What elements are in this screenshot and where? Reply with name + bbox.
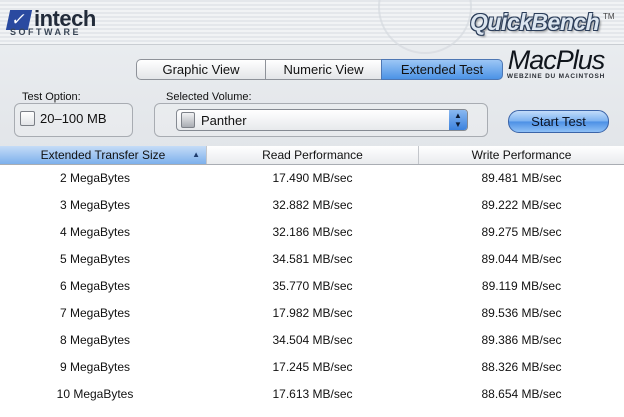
range-checkbox-label[interactable]: 20–100 MB [40,111,107,126]
read-performance-cell: 32.186 MB/sec [272,225,353,239]
read-performance-cell: 17.982 MB/sec [272,306,353,320]
table-row[interactable]: 10 MegaBytes 17.613 MB/sec 88.654 MB/sec [0,381,624,408]
range-checkbox[interactable] [20,111,35,126]
volume-select[interactable]: Panther ▲ ▼ [176,109,468,131]
column-header-write[interactable]: Write Performance [419,146,624,164]
table-header: Extended Transfer Size ▲ Read Performanc… [0,146,624,165]
macplus-subtitle: WEBZINE DU MACINTOSH [506,73,606,80]
write-performance-cell: 89.119 MB/sec [481,279,562,293]
table-row[interactable]: 6 MegaBytes 35.770 MB/sec 89.119 MB/sec [0,273,624,300]
hard-disk-icon [181,112,195,128]
transfer-size-cell: 7 MegaBytes [59,306,131,320]
table-row[interactable]: 5 MegaBytes 34.581 MB/sec 89.044 MB/sec [0,246,624,273]
trademark: TM [603,12,615,21]
read-performance-cell: 32.882 MB/sec [272,198,353,212]
transfer-size-cell: 9 MegaBytes [59,360,131,374]
write-performance-cell: 89.481 MB/sec [481,171,562,185]
column-header-transfer-size[interactable]: Extended Transfer Size ▲ [0,146,207,164]
write-performance-cell: 88.326 MB/sec [481,360,562,374]
toolbar-header: ✓ intech SOFTWARE QuickBench TM Graphic … [0,0,624,151]
test-option-row: 20–100 MB [20,111,107,126]
transfer-size-cell: 6 MegaBytes [59,279,131,293]
tab-graphic-view[interactable]: Graphic View [136,59,266,80]
test-option-label: Test Option: [22,91,81,103]
table-row[interactable]: 3 MegaBytes 32.882 MB/sec 89.222 MB/sec [0,192,624,219]
stopwatch-graphic [378,0,472,54]
updown-arrows-icon[interactable]: ▲ ▼ [449,110,467,130]
table-row[interactable]: 8 MegaBytes 34.504 MB/sec 89.386 MB/sec [0,327,624,354]
write-performance-cell: 88.654 MB/sec [481,387,562,401]
table-row[interactable]: 9 MegaBytes 17.245 MB/sec 88.326 MB/sec [0,354,624,381]
read-performance-cell: 17.490 MB/sec [272,171,353,185]
transfer-size-cell: 10 MegaBytes [56,387,134,401]
write-performance-cell: 89.222 MB/sec [481,198,562,212]
macplus-logo: MacPlus WEBZINE DU MACINTOSH [496,46,616,80]
read-performance-cell: 34.581 MB/sec [272,252,353,266]
write-performance-cell: 89.275 MB/sec [481,225,562,239]
tab-numeric-view[interactable]: Numeric View [265,59,382,80]
sort-ascending-icon: ▲ [192,150,200,159]
transfer-size-cell: 3 MegaBytes [59,198,131,212]
app-title: QuickBench [470,9,600,35]
column-header-read[interactable]: Read Performance [207,146,419,164]
transfer-size-cell: 5 MegaBytes [59,252,131,266]
macplus-title: MacPlus [507,45,606,75]
write-performance-cell: 89.386 MB/sec [481,333,562,347]
table-row[interactable]: 4 MegaBytes 32.186 MB/sec 89.275 MB/sec [0,219,624,246]
logo-subtitle: SOFTWARE [10,27,81,37]
write-performance-cell: 89.536 MB/sec [481,306,562,320]
start-test-button[interactable]: Start Test [508,110,609,133]
column-header-label: Extended Transfer Size [40,148,166,162]
read-performance-cell: 35.770 MB/sec [272,279,353,293]
transfer-size-cell: 4 MegaBytes [59,225,131,239]
transfer-size-cell: 8 MegaBytes [59,333,131,347]
transfer-size-cell: 2 MegaBytes [59,171,131,185]
table-row[interactable]: 7 MegaBytes 17.982 MB/sec 89.536 MB/sec [0,300,624,327]
write-performance-cell: 89.044 MB/sec [481,252,562,266]
read-performance-cell: 34.504 MB/sec [272,333,353,347]
volume-value: Panther [201,112,247,128]
selected-volume-label: Selected Volume: [166,91,252,103]
read-performance-cell: 17.245 MB/sec [272,360,353,374]
read-performance-cell: 17.613 MB/sec [272,387,353,401]
tab-extended-test[interactable]: Extended Test [381,59,503,80]
view-tabs: Graphic View Numeric View Extended Test [136,59,503,80]
table-row[interactable]: 2 MegaBytes 17.490 MB/sec 89.481 MB/sec [0,165,624,192]
